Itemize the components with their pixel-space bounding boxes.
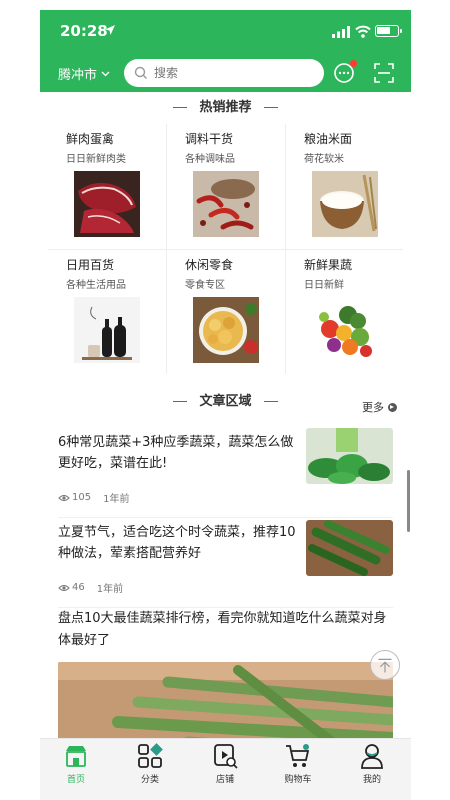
category-icon <box>138 743 163 768</box>
eye-icon <box>58 494 70 501</box>
category-item[interactable]: 休闲零食 零食专区 <box>167 250 285 375</box>
category-item[interactable]: 鲜肉蛋禽 日日新鲜肉类 <box>48 124 166 249</box>
category-item[interactable]: 新鲜果蔬 日日新鲜 <box>286 250 404 375</box>
rice-bowl-image <box>312 171 378 237</box>
bottles-image <box>74 297 140 363</box>
home-icon <box>66 746 86 767</box>
arrow-right-icon <box>388 402 397 412</box>
tab-shop[interactable]: 店铺 <box>195 743 255 793</box>
tab-category[interactable]: 分类 <box>120 743 180 793</box>
article-meta: 105 1年前 <box>58 490 129 505</box>
fruits-vegetables-image <box>312 297 378 363</box>
header: 20:28 腾冲市 <box>40 10 411 92</box>
category-item[interactable]: 调料干货 各种调味品 <box>167 124 285 249</box>
eye-icon <box>58 584 70 591</box>
article-section-title: 文章区域 <box>40 390 411 409</box>
back-to-top-icon[interactable] <box>370 650 400 680</box>
category-grid: 鲜肉蛋禽 日日新鲜肉类 调料干货 各种调味品 粮油米面 荷花软米 日用百货 各种… <box>48 124 403 374</box>
city-selector[interactable]: 腾冲市 <box>58 64 110 83</box>
article-views: 46 <box>72 582 85 593</box>
profile-icon <box>361 744 383 769</box>
chips-bowl-image <box>193 297 259 363</box>
dried-chili-image <box>193 171 259 237</box>
scrollbar[interactable] <box>407 470 410 532</box>
city-name: 腾冲市 <box>58 68 98 83</box>
article-item[interactable]: 6种常见蔬菜+3种应季蔬菜，蔬菜怎么做更好吃，菜谱在此! 105 1年前 <box>40 428 411 512</box>
search-bar[interactable] <box>124 59 324 87</box>
battery-icon <box>375 25 402 37</box>
article-date: 1年前 <box>103 494 130 505</box>
cucumbers-image <box>306 520 393 576</box>
status-bar: 20:28 <box>40 10 411 54</box>
location-arrow-icon <box>105 25 115 35</box>
category-item[interactable]: 粮油米面 荷花软米 <box>286 124 404 249</box>
article-title: 6种常见蔬菜+3种应季蔬菜，蔬菜怎么做更好吃，菜谱在此! <box>58 435 294 471</box>
article-date: 1年前 <box>96 584 124 595</box>
chevron-down-icon <box>101 71 110 76</box>
article-title: 立夏节气，适合吃这个时令蔬菜，推荐10种做法，荤素搭配营养好 <box>58 525 296 561</box>
shop-icon <box>214 744 238 769</box>
article-title[interactable]: 盘点10大最佳蔬菜排行榜，看完你就知道吃什么蔬菜对身体最好了 <box>58 608 393 652</box>
search-input[interactable] <box>154 66 314 80</box>
cart-icon <box>286 744 310 767</box>
category-item[interactable]: 日用百货 各种生活用品 <box>48 250 166 375</box>
tab-bar: 首页 分类 店铺 购物车 我的 <box>40 738 411 800</box>
article-meta: 46 1年前 <box>58 580 123 595</box>
article-views: 105 <box>72 492 92 503</box>
tab-home[interactable]: 首页 <box>46 743 106 793</box>
tab-profile[interactable]: 我的 <box>342 743 402 793</box>
article-item[interactable]: 立夏节气，适合吃这个时令蔬菜，推荐10种做法，荤素搭配营养好 46 1年前 <box>40 518 411 602</box>
app-screen: 20:28 腾冲市 搜索 热销推荐 鲜肉蛋禽 日日新鲜肉类 调料干货 各种调味品… <box>40 10 411 800</box>
green-vegetables-image <box>306 428 393 484</box>
scan-icon[interactable] <box>374 63 394 83</box>
wifi-icon <box>355 25 371 38</box>
raw-meat-image <box>74 171 140 237</box>
notification-dot <box>350 60 357 67</box>
hot-section-title: 热销推荐 <box>40 96 411 115</box>
search-icon <box>134 66 147 79</box>
more-link[interactable]: 更多 <box>362 399 397 415</box>
tab-cart[interactable]: 购物车 <box>268 743 328 793</box>
status-time: 20:28 <box>60 22 108 40</box>
signal-icon <box>332 26 350 38</box>
